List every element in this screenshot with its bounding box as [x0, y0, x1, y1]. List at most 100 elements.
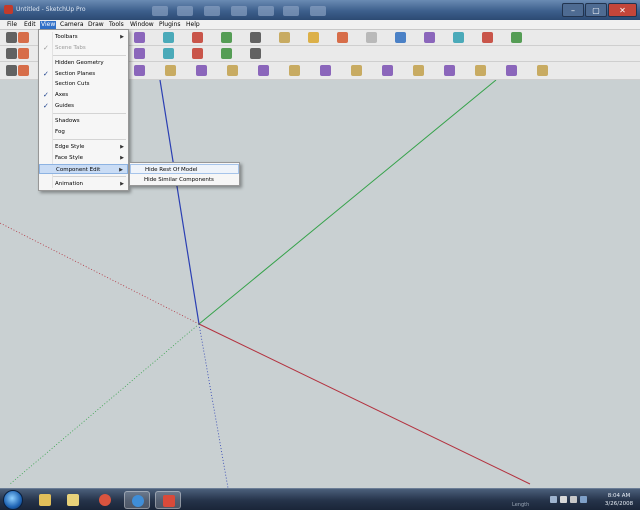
- tray-flag-icon[interactable]: [560, 496, 567, 503]
- toolbar-tool-icon[interactable]: [134, 32, 145, 43]
- toolbar-tool-icon[interactable]: [395, 32, 406, 43]
- toolbar-tool-icon[interactable]: [6, 48, 17, 59]
- taskbar-folder-button[interactable]: [32, 491, 58, 509]
- taskbar-ie-button[interactable]: [124, 491, 150, 509]
- toolbar-tool-icon[interactable]: [305, 65, 316, 76]
- view-menu-item-section-planes[interactable]: ✓ Section Planes: [39, 69, 128, 79]
- menu-edit[interactable]: Edit: [23, 21, 37, 30]
- toolbar-tool-icon[interactable]: [475, 65, 486, 76]
- toolbar-tool-icon[interactable]: [250, 48, 261, 59]
- toolbar-tool-icon[interactable]: [381, 32, 392, 43]
- toolbar-tool-icon[interactable]: [250, 32, 261, 43]
- view-menu-item-edge-style[interactable]: Edge Style ▶: [39, 142, 128, 152]
- view-menu-item-face-style[interactable]: Face Style ▶: [39, 153, 128, 163]
- toolbar-tool-icon[interactable]: [308, 32, 319, 43]
- toolbar-tool-icon[interactable]: [497, 32, 508, 43]
- toolbar-tool-icon[interactable]: [439, 32, 450, 43]
- toolbar-tool-icon[interactable]: [165, 65, 176, 76]
- submenu-item-hide-similar-components[interactable]: Hide Similar Components: [130, 175, 239, 185]
- tray-network-icon[interactable]: [550, 496, 557, 503]
- toolbar-tool-icon[interactable]: [320, 65, 331, 76]
- toolbar-tool-icon[interactable]: [289, 65, 300, 76]
- toolbar-tool-icon[interactable]: [323, 32, 334, 43]
- toolbar-tool-icon[interactable]: [265, 32, 276, 43]
- toolbar-tool-icon[interactable]: [424, 32, 435, 43]
- toolbar-tool-icon[interactable]: [18, 32, 29, 43]
- toolbar-tool-icon[interactable]: [460, 65, 471, 76]
- menu-file[interactable]: File: [6, 21, 18, 30]
- menu-help[interactable]: Help: [185, 21, 201, 30]
- minimize-button[interactable]: –: [562, 3, 584, 17]
- view-menu-item-component-edit[interactable]: Component Edit ▶: [39, 163, 128, 174]
- taskbar-sketchup-button[interactable]: [155, 491, 181, 509]
- close-button[interactable]: ✕: [608, 3, 637, 17]
- view-menu-item-scene-tabs[interactable]: ✓ Scene Tabs: [39, 43, 128, 53]
- view-menu-item-axes[interactable]: ✓ Axes: [39, 90, 128, 100]
- toolbar-tool-icon[interactable]: [6, 65, 17, 76]
- toolbar-tool-icon[interactable]: [150, 65, 161, 76]
- view-menu-item-shadows[interactable]: Shadows: [39, 116, 128, 126]
- view-menu-item-section-cuts[interactable]: Section Cuts: [39, 79, 128, 89]
- toolbar-tool-icon[interactable]: [382, 65, 393, 76]
- toolbar-tool-icon[interactable]: [178, 48, 189, 59]
- toolbar-tool-icon[interactable]: [274, 65, 285, 76]
- tray-volume-icon[interactable]: [570, 496, 577, 503]
- toolbar-tool-icon[interactable]: [18, 65, 29, 76]
- toolbar-tool-icon[interactable]: [336, 65, 347, 76]
- toolbar-tool-icon[interactable]: [221, 48, 232, 59]
- toolbar-tool-icon[interactable]: [212, 65, 223, 76]
- windows-start-icon[interactable]: [3, 490, 23, 510]
- taskbar-browser-button[interactable]: [92, 491, 118, 509]
- toolbar-tool-icon[interactable]: [537, 65, 548, 76]
- toolbar-tool-icon[interactable]: [506, 65, 517, 76]
- toolbar-tool-icon[interactable]: [6, 32, 17, 43]
- toolbar-tool-icon[interactable]: [413, 65, 424, 76]
- view-menu-item-guides[interactable]: ✓ Guides: [39, 101, 128, 111]
- toolbar-tool-icon[interactable]: [163, 32, 174, 43]
- toolbar-tool-icon[interactable]: [258, 65, 269, 76]
- toolbar-tool-icon[interactable]: [294, 32, 305, 43]
- taskbar-clock[interactable]: 8:04 AM 3/26/2008: [602, 492, 636, 508]
- toolbar-tool-icon[interactable]: [352, 32, 363, 43]
- toolbar-tool-icon[interactable]: [181, 65, 192, 76]
- view-menu-item-fog[interactable]: Fog: [39, 127, 128, 137]
- menu-window[interactable]: Window: [129, 21, 155, 30]
- toolbar-tool-icon[interactable]: [236, 32, 247, 43]
- maximize-button[interactable]: ▢: [585, 3, 607, 17]
- toolbar-tool-icon[interactable]: [243, 65, 254, 76]
- toolbar-tool-icon[interactable]: [553, 65, 564, 76]
- tray-display-icon[interactable]: [580, 496, 587, 503]
- toolbar-tool-icon[interactable]: [398, 65, 409, 76]
- toolbar-tool-icon[interactable]: [337, 32, 348, 43]
- toolbar-tool-icon[interactable]: [207, 48, 218, 59]
- toolbar-tool-icon[interactable]: [429, 65, 440, 76]
- toolbar-tool-icon[interactable]: [367, 65, 378, 76]
- window-titlebar[interactable]: Untitled - SketchUp Pro – ▢ ✕: [0, 0, 640, 20]
- toolbar-tool-icon[interactable]: [236, 48, 247, 59]
- toolbar-tool-icon[interactable]: [149, 48, 160, 59]
- view-menu-item-hidden-geometry[interactable]: Hidden Geometry: [39, 58, 128, 68]
- toolbar-tool-icon[interactable]: [482, 32, 493, 43]
- view-menu-item-toolbars[interactable]: Toolbars ▶: [39, 32, 128, 42]
- taskbar-media-button[interactable]: [60, 491, 86, 509]
- toolbar-tool-icon[interactable]: [511, 32, 522, 43]
- submenu-item-hide-rest-of-model[interactable]: Hide Rest Of Model: [130, 164, 239, 174]
- toolbar-tool-icon[interactable]: [149, 32, 160, 43]
- toolbar-tool-icon[interactable]: [207, 32, 218, 43]
- toolbar-tool-icon[interactable]: [192, 32, 203, 43]
- toolbar-tool-icon[interactable]: [227, 65, 238, 76]
- toolbar-tool-icon[interactable]: [163, 48, 174, 59]
- toolbar-tool-icon[interactable]: [522, 65, 533, 76]
- toolbar-tool-icon[interactable]: [134, 65, 145, 76]
- toolbar-tool-icon[interactable]: [410, 32, 421, 43]
- toolbar-tool-icon[interactable]: [134, 48, 145, 59]
- view-menu-item-animation[interactable]: Animation ▶: [39, 179, 128, 189]
- toolbar-tool-icon[interactable]: [351, 65, 362, 76]
- toolbar-tool-icon[interactable]: [196, 65, 207, 76]
- toolbar-tool-icon[interactable]: [221, 32, 232, 43]
- toolbar-tool-icon[interactable]: [279, 32, 290, 43]
- toolbar-tool-icon[interactable]: [178, 32, 189, 43]
- toolbar-tool-icon[interactable]: [491, 65, 502, 76]
- toolbar-tool-icon[interactable]: [265, 48, 276, 59]
- toolbar-tool-icon[interactable]: [192, 48, 203, 59]
